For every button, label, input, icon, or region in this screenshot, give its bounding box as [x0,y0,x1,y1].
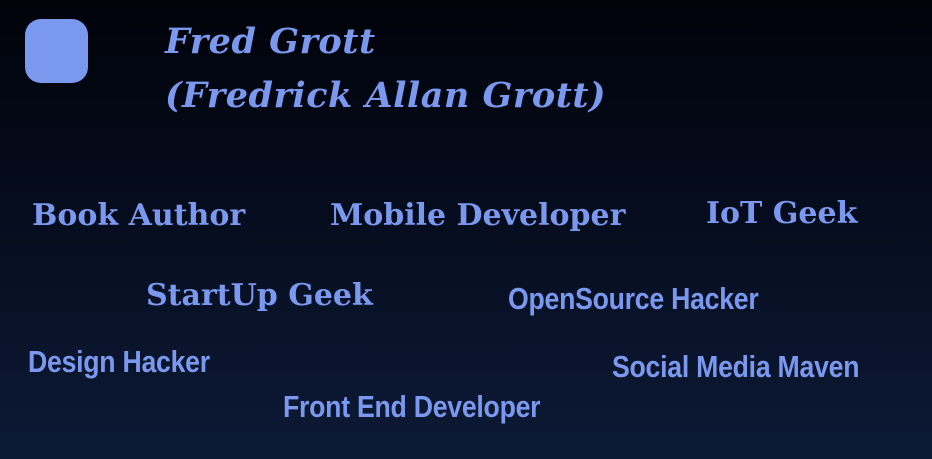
tag-startup-geek: StartUp Geek [146,278,373,313]
profile-name: Fred Grott [165,21,376,62]
tag-social-media-maven: Social Media Maven [612,349,860,384]
profile-full-name: (Fredrick Allan Grott) [165,75,607,116]
avatar [25,19,88,83]
tag-mobile-developer: Mobile Developer [330,198,626,233]
tag-opensource-hacker: OpenSource Hacker [508,281,759,316]
tag-book-author: Book Author [32,198,246,233]
tag-iot-geek: IoT Geek [706,196,858,231]
tag-design-hacker: Design Hacker [28,344,210,379]
tag-front-end-developer: Front End Developer [283,389,541,424]
